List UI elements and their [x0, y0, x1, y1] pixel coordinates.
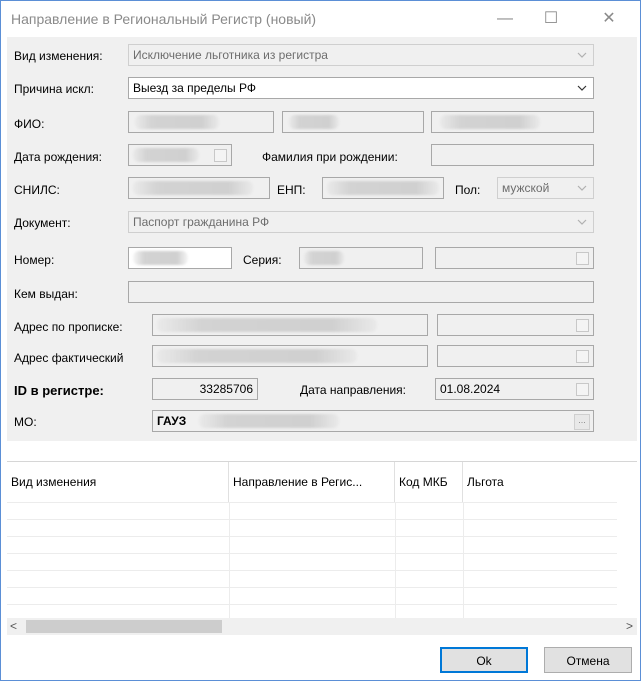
document-combo[interactable]: Паспорт гражданина РФ: [128, 211, 594, 233]
registry-id-label: ID в регистре:: [14, 383, 104, 398]
grid-col-line: [463, 502, 464, 624]
redacted-text: [157, 318, 377, 332]
reg-address-extra-field[interactable]: [437, 314, 594, 336]
document-value: Паспорт гражданина РФ: [133, 215, 270, 229]
chevron-down-icon[interactable]: [575, 212, 589, 232]
minimize-icon[interactable]: —: [490, 7, 520, 31]
redacted-text: [133, 251, 188, 265]
ok-button[interactable]: Ok: [440, 647, 528, 673]
column-header-direction[interactable]: Направление в Регис...: [229, 462, 395, 502]
column-header-benefit[interactable]: Льгота: [463, 462, 613, 502]
exclusion-reason-value: Выезд за пределы РФ: [133, 81, 256, 95]
horizontal-scrollbar[interactable]: < >: [7, 618, 637, 635]
grid-row-line: [7, 536, 617, 537]
birth-date-label: Дата рождения:: [14, 150, 102, 164]
redacted-text: [133, 181, 253, 195]
reg-address-label: Адрес по прописке:: [14, 320, 123, 334]
scroll-left-icon[interactable]: <: [10, 618, 17, 635]
series-field[interactable]: [299, 247, 423, 269]
birth-date-field[interactable]: [128, 144, 232, 166]
grid-col-line: [395, 502, 396, 624]
snils-label: СНИЛС:: [14, 183, 60, 197]
fact-address-extra-field[interactable]: [437, 345, 594, 367]
series-extra-field[interactable]: [435, 247, 594, 269]
redacted-text: [135, 115, 219, 129]
cancel-button[interactable]: Отмена: [544, 647, 632, 673]
column-header-change-type[interactable]: Вид изменения: [7, 462, 229, 502]
date-picker-icon[interactable]: [576, 383, 589, 396]
snils-field[interactable]: [128, 177, 270, 199]
grid-row-line: [7, 570, 617, 571]
chevron-down-icon[interactable]: [575, 178, 589, 198]
changes-grid[interactable]: Вид изменения Направление в Регис... Код…: [7, 461, 637, 638]
checkbox-icon[interactable]: [576, 252, 589, 265]
maximize-icon[interactable]: ☐: [536, 7, 566, 31]
fio-label: ФИО:: [14, 117, 45, 131]
mo-field[interactable]: ГАУЗ ...: [152, 410, 594, 432]
exclusion-reason-label: Причина искл:: [14, 82, 95, 96]
change-type-label: Вид изменения:: [14, 49, 103, 63]
last-name-field[interactable]: [128, 111, 274, 133]
sex-label: Пол:: [455, 183, 481, 197]
date-picker-icon[interactable]: [214, 149, 227, 162]
enp-label: ЕНП:: [277, 183, 306, 197]
grid-col-line: [229, 502, 230, 624]
mo-browse-button[interactable]: ...: [574, 414, 590, 430]
change-type-combo[interactable]: Исключение льготника из регистра: [128, 44, 594, 66]
close-icon[interactable]: ✕: [594, 7, 624, 31]
sex-combo[interactable]: мужской: [497, 177, 594, 199]
patronymic-field[interactable]: [431, 111, 594, 133]
birth-surname-field[interactable]: [431, 144, 594, 166]
number-field[interactable]: [128, 247, 232, 269]
issued-by-field[interactable]: [128, 281, 594, 303]
change-type-value: Исключение льготника из регистра: [133, 48, 328, 62]
first-name-field[interactable]: [282, 111, 424, 133]
grid-row-line: [7, 502, 617, 503]
direction-date-value: 01.08.2024: [440, 382, 501, 396]
grid-row-line: [7, 553, 617, 554]
scrollbar-thumb[interactable]: [26, 620, 222, 633]
fact-address-field[interactable]: [152, 345, 428, 367]
registry-id-field[interactable]: 33285706: [152, 378, 258, 400]
mo-label: МО:: [14, 415, 37, 429]
grid-row-line: [7, 587, 617, 588]
redacted-text: [327, 181, 439, 195]
issued-by-label: Кем выдан:: [14, 287, 78, 301]
window-title: Направление в Региональный Регистр (новы…: [11, 11, 317, 27]
dialog-window: Направление в Региональный Регистр (новы…: [0, 0, 641, 681]
grid-row-line: [7, 519, 617, 520]
column-header-icd-code[interactable]: Код МКБ: [395, 462, 463, 502]
exclusion-reason-combo[interactable]: Выезд за пределы РФ: [128, 77, 594, 99]
mo-value: ГАУЗ: [157, 414, 187, 428]
fact-address-label: Адрес фактический: [14, 351, 124, 365]
number-label: Номер:: [14, 253, 55, 267]
scroll-right-icon[interactable]: >: [626, 618, 633, 635]
title-bar[interactable]: Направление в Региональный Регистр (новы…: [1, 1, 640, 37]
redacted-text: [199, 414, 339, 428]
direction-date-field[interactable]: 01.08.2024: [435, 378, 594, 400]
grid-row-line: [7, 604, 617, 605]
checkbox-icon[interactable]: [576, 350, 589, 363]
redacted-text: [133, 148, 199, 162]
redacted-text: [304, 251, 344, 265]
birth-surname-label: Фамилия при рождении:: [262, 150, 398, 164]
form-panel: Вид изменения: Исключение льготника из р…: [7, 37, 637, 441]
checkbox-icon[interactable]: [576, 319, 589, 332]
chevron-down-icon[interactable]: [575, 78, 589, 98]
redacted-text: [157, 349, 357, 363]
sex-value: мужской: [502, 181, 550, 195]
redacted-text: [440, 115, 540, 129]
enp-field[interactable]: [322, 177, 444, 199]
reg-address-field[interactable]: [152, 314, 428, 336]
document-label: Документ:: [14, 216, 71, 230]
direction-date-label: Дата направления:: [300, 383, 406, 397]
redacted-text: [289, 115, 339, 129]
series-label: Серия:: [243, 253, 282, 267]
chevron-down-icon[interactable]: [575, 45, 589, 65]
